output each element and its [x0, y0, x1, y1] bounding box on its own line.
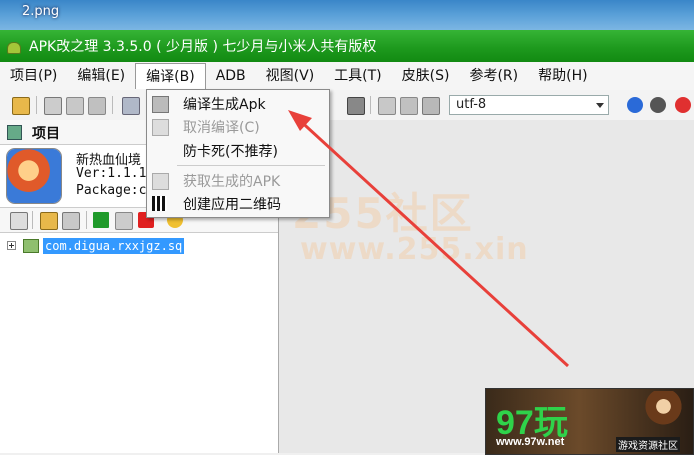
compile-menu-dropdown: 编译生成Apk 取消编译(C) 防卡死(不推荐) 获取生成的APK 创建应用二维… — [146, 89, 330, 218]
export-icon[interactable] — [62, 212, 80, 230]
menu-item-get-apk[interactable]: 获取生成的APK — [147, 169, 329, 192]
build-apk-label: 编译生成Apk — [183, 97, 266, 113]
toolbar-separator — [112, 96, 113, 114]
android-icon — [5, 38, 21, 54]
menu-skin[interactable]: 皮肤(S) — [392, 63, 460, 89]
outdent-icon[interactable] — [400, 97, 418, 115]
menu-project[interactable]: 项目(P) — [0, 63, 67, 89]
menu-bar: 项目(P) 编辑(E) 编译(B) ADB 视图(V) 工具(T) 皮肤(S) … — [0, 62, 694, 91]
find-icon[interactable] — [347, 97, 365, 115]
format-icon[interactable] — [422, 97, 440, 115]
menu-reference[interactable]: 参考(R) — [459, 63, 528, 89]
help-icon[interactable] — [627, 97, 643, 113]
cancel-build-label: 取消编译(C) — [183, 120, 260, 136]
build-icon — [152, 96, 169, 113]
desktop-file-label: 2.png — [22, 4, 60, 19]
project-icon — [7, 125, 22, 140]
open-folder-icon[interactable] — [12, 97, 30, 115]
new-file-icon[interactable] — [44, 97, 62, 115]
menu-item-build-apk[interactable]: 编译生成Apk — [147, 92, 329, 115]
menu-help[interactable]: 帮助(H) — [528, 63, 597, 89]
menu-tools[interactable]: 工具(T) — [324, 63, 391, 89]
refresh-icon[interactable] — [10, 212, 28, 230]
qrcode-label: 创建应用二维码 — [183, 197, 281, 213]
title-bar: APK改之理 3.3.5.0 ( 少月版 ) 七少月与小米人共有版权 — [0, 30, 694, 62]
menu-item-qrcode[interactable]: 创建应用二维码 — [147, 192, 329, 215]
toolbar-separator — [32, 211, 33, 229]
project-panel-title: 项目 — [32, 126, 60, 142]
anti-freeze-label: 防卡死(不推荐) — [183, 144, 278, 160]
expand-icon[interactable] — [7, 241, 16, 250]
desktop-background: 2.png — [0, 0, 694, 30]
menu-item-anti-freeze[interactable]: 防卡死(不推荐) — [147, 139, 329, 162]
toolbar-separator — [370, 96, 371, 114]
watermark-url: www.255.xin — [300, 232, 529, 267]
menu-view[interactable]: 视图(V) — [256, 63, 325, 89]
import-folder-icon[interactable] — [40, 212, 58, 230]
menu-adb[interactable]: ADB — [206, 63, 256, 89]
ad-character-image — [636, 391, 686, 435]
toolbar-separator — [36, 96, 37, 114]
package-folder-icon — [23, 239, 39, 253]
encoding-select[interactable]: utf-8 — [449, 95, 609, 115]
toolbar-separator — [86, 211, 87, 229]
encoding-value: utf-8 — [456, 97, 487, 112]
chevron-down-icon[interactable] — [596, 103, 604, 108]
app-icon — [7, 149, 61, 203]
rename-icon[interactable] — [115, 212, 133, 230]
ad-url: www.97w.net — [496, 436, 565, 448]
cancel-build-icon — [152, 119, 169, 136]
get-apk-label: 获取生成的APK — [183, 174, 281, 190]
copy-icon[interactable] — [66, 97, 84, 115]
weibo-icon[interactable] — [675, 97, 691, 113]
get-apk-icon — [152, 173, 169, 190]
app-package: Package:c — [76, 183, 147, 198]
paste-icon[interactable] — [88, 97, 106, 115]
menu-item-cancel-build[interactable]: 取消编译(C) — [147, 115, 329, 138]
qrcode-icon — [152, 196, 167, 211]
indent-icon[interactable] — [378, 97, 396, 115]
app-version: Ver:1.1.1 — [76, 166, 147, 181]
bug-icon[interactable] — [650, 97, 666, 113]
project-tree: com.digua.rxxjgz.sq — [0, 233, 278, 453]
menu-compile[interactable]: 编译(B) — [135, 63, 206, 89]
ad-banner[interactable]: 97玩 www.97w.net 游戏资源社区 — [485, 388, 694, 455]
menu-separator — [177, 165, 325, 166]
window-title: APK改之理 3.3.5.0 ( 少月版 ) 七少月与小米人共有版权 — [29, 39, 377, 55]
add-icon[interactable] — [93, 212, 109, 228]
ad-tagline: 游戏资源社区 — [616, 437, 680, 452]
tree-item-package[interactable]: com.digua.rxxjgz.sq — [43, 238, 185, 254]
menu-edit[interactable]: 编辑(E) — [67, 63, 135, 89]
save-icon[interactable] — [122, 97, 140, 115]
